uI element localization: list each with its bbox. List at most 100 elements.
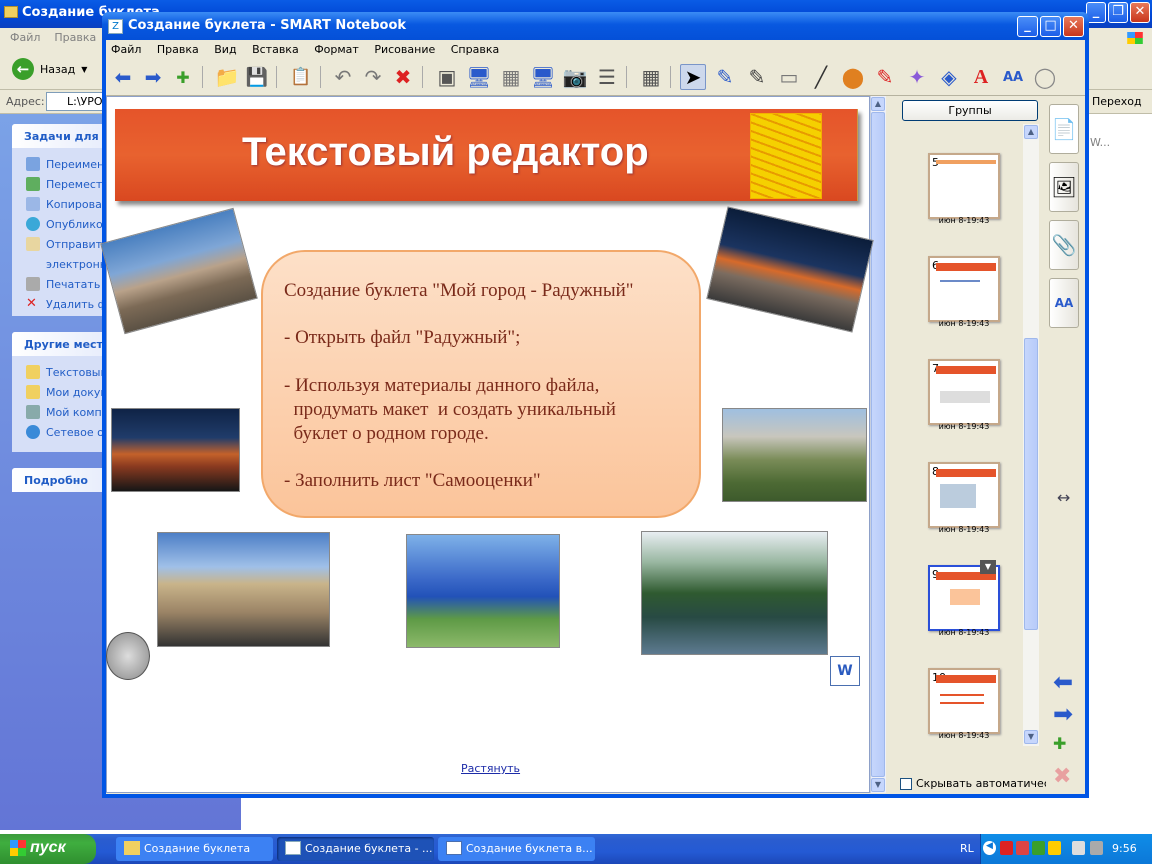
canvas-scroll-thumb[interactable] — [871, 112, 885, 777]
menu-help[interactable]: Справка — [451, 43, 499, 56]
go-button[interactable]: Переход — [1092, 95, 1142, 108]
building-photo[interactable] — [157, 532, 330, 647]
attachments-tab-icon[interactable]: 📎 — [1049, 220, 1079, 270]
delete-icon[interactable]: ✖ — [390, 64, 416, 90]
modern-building-photo[interactable] — [406, 534, 560, 648]
sorter-scroll-up-icon[interactable]: ▲ — [1024, 125, 1038, 139]
save-icon[interactable]: 💾 — [244, 64, 270, 90]
address-input[interactable]: L:\УРО — [46, 92, 106, 111]
properties-tab-icon[interactable]: AA — [1049, 278, 1079, 328]
creative-pen-icon[interactable]: ✎ — [744, 64, 770, 90]
menu-file[interactable]: Файл — [111, 43, 141, 56]
shapes-icon[interactable]: ⬤ — [840, 64, 866, 90]
page-thumbnail-9-selected[interactable]: 9 — [928, 565, 1000, 631]
notebook-close-button[interactable]: ✕ — [1063, 16, 1084, 37]
fill-icon[interactable]: ◈ — [936, 64, 962, 90]
explorer-menu-file[interactable]: Файл — [10, 31, 40, 44]
table-icon[interactable]: ▦ — [638, 64, 664, 90]
select-arrow-icon[interactable]: ➤ — [680, 64, 706, 90]
notebook-title: Создание буклета - SMART Notebook — [128, 18, 407, 33]
eraser-icon[interactable]: ▭ — [776, 64, 802, 90]
notebook-minimize-button[interactable]: _ — [1017, 16, 1038, 37]
stretch-link[interactable]: Растянуть — [461, 762, 520, 775]
more-tools-icon[interactable]: ◯ — [1032, 64, 1058, 90]
paste-icon[interactable]: 📋 — [288, 64, 314, 90]
open-folder-icon[interactable]: 📁 — [214, 64, 240, 90]
prev-page-arrow-icon[interactable]: ⬅ — [1053, 668, 1073, 696]
page-sorter-tab-icon[interactable]: 📄 — [1049, 104, 1079, 154]
aerial-city-photo[interactable] — [722, 408, 867, 502]
resize-arrows-icon[interactable]: ↔ — [1057, 488, 1070, 507]
explorer-minimize-button[interactable]: _ — [1086, 2, 1106, 23]
page-thumbnail-7[interactable]: 7 — [928, 359, 1000, 425]
full-screen-icon[interactable]: 🖥 — [466, 64, 492, 90]
clock: 9:56 — [1112, 842, 1137, 855]
tray-app-icon[interactable] — [1000, 841, 1013, 855]
place-label: Сетевое о — [46, 425, 104, 439]
delete-page-icon[interactable]: ✖ — [1053, 764, 1071, 789]
tray-expand-icon[interactable]: ◀ — [983, 841, 996, 855]
taskbar-button-explorer[interactable]: Создание буклета — [116, 837, 273, 861]
menu-view[interactable]: Вид — [214, 43, 236, 56]
page-thumbnail-8[interactable]: 8 — [928, 462, 1000, 528]
add-page-arrow-icon[interactable]: ✚ — [1053, 734, 1066, 753]
tray-battery-icon[interactable] — [1072, 841, 1085, 855]
tray-app-icon[interactable] — [1048, 841, 1061, 855]
autohide-checkbox[interactable]: Скрывать автоматическ — [900, 777, 1057, 790]
move-icon — [26, 177, 40, 191]
display-icon[interactable]: 🖥 — [530, 64, 556, 90]
page-thumbnail-6[interactable]: 6 — [928, 256, 1000, 322]
next-page-icon[interactable]: ➡ — [140, 64, 166, 90]
properties-icon[interactable]: AA — [1000, 64, 1026, 90]
gadget-icon[interactable] — [106, 632, 150, 680]
next-page-arrow-icon[interactable]: ➡ — [1053, 700, 1073, 728]
undo-icon[interactable]: ↶ — [330, 64, 356, 90]
document-camera-icon[interactable]: ☰ — [594, 64, 620, 90]
scroll-down-icon[interactable]: ▼ — [871, 778, 885, 792]
lake-photo[interactable] — [641, 531, 828, 655]
menu-format[interactable]: Формат — [314, 43, 359, 56]
slide-title[interactable]: Текстовый редактор — [242, 130, 649, 175]
add-page-icon[interactable]: ✚ — [170, 64, 196, 90]
magic-pen-icon[interactable]: ✎ — [872, 64, 898, 90]
screen-shade-icon[interactable]: ▣ — [434, 64, 460, 90]
explorer-content — [1089, 114, 1152, 830]
explorer-menu-edit[interactable]: Правка — [54, 31, 96, 44]
groups-button[interactable]: Группы — [902, 100, 1038, 121]
taskbar-button-word[interactable]: Создание буклета в... — [438, 837, 595, 861]
tray-app-icon[interactable] — [1016, 841, 1029, 855]
scroll-up-icon[interactable]: ▲ — [871, 97, 885, 111]
sorter-scroll-down-icon[interactable]: ▼ — [1024, 730, 1038, 744]
back-button[interactable]: ← Назад ▼ — [8, 56, 91, 82]
transparent-icon[interactable]: ▦ — [498, 64, 524, 90]
page-thumbnail-5[interactable]: 5 — [928, 153, 1000, 219]
night-city-photo[interactable] — [111, 408, 240, 492]
explorer-restore-button[interactable]: ❐ — [1108, 2, 1128, 23]
explorer-close-button[interactable]: ✕ — [1130, 2, 1150, 23]
redo-icon[interactable]: ↷ — [360, 64, 386, 90]
dropdown-icon: ▼ — [81, 64, 88, 74]
pen-icon[interactable]: ✎ — [712, 64, 738, 90]
gallery-tab-icon[interactable]: 🖼 — [1049, 162, 1079, 212]
magic-wand-icon[interactable]: ✦ — [904, 64, 930, 90]
camera-icon[interactable]: 📷 — [562, 64, 588, 90]
notebook-maximize-button[interactable]: □ — [1040, 16, 1061, 37]
keyboard-image[interactable] — [750, 113, 822, 199]
menu-draw[interactable]: Рисование — [374, 43, 435, 56]
language-indicator[interactable]: RL — [960, 842, 974, 855]
page-thumbnail-10[interactable]: 10 — [928, 668, 1000, 734]
prev-page-icon[interactable]: ⬅ — [110, 64, 136, 90]
menu-insert[interactable]: Вставка — [252, 43, 299, 56]
word-document-icon[interactable]: W — [830, 656, 860, 686]
menu-edit[interactable]: Правка — [157, 43, 199, 56]
line-icon[interactable]: ╱ — [808, 64, 834, 90]
notebook-menu-bar: Файл Правка Вид Вставка Формат Рисование… — [106, 40, 1085, 60]
tray-network-icon[interactable] — [1090, 841, 1103, 855]
sorter-scroll-thumb[interactable] — [1024, 338, 1038, 630]
checkbox-box[interactable] — [900, 777, 912, 790]
text-icon[interactable]: A — [968, 64, 994, 90]
tray-app-icon[interactable] — [1032, 841, 1045, 855]
thumbnail-menu-icon[interactable]: ▼ — [980, 560, 996, 574]
taskbar-button-notebook[interactable]: Создание буклета - ... — [277, 837, 434, 861]
task-label: Переимен — [46, 157, 105, 171]
